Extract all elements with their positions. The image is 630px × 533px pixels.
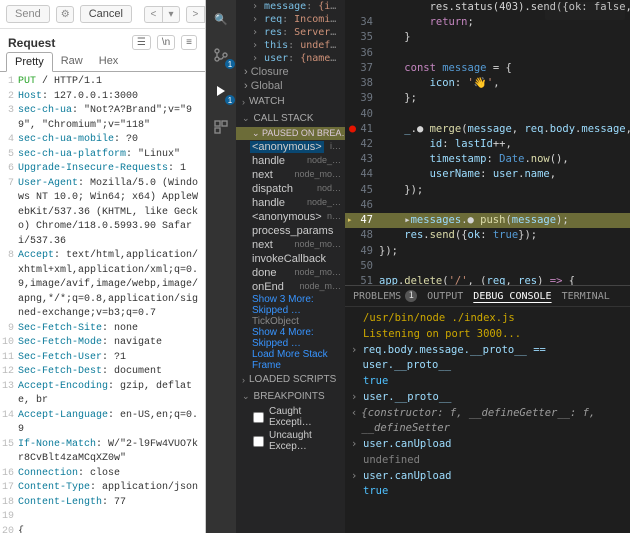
- console-line: ›user.canUpload: [351, 469, 624, 485]
- console-line: ‹{constructor: f, __defineGetter__: f, _…: [351, 406, 624, 438]
- variable-item[interactable]: › this: undefined: [236, 39, 345, 52]
- console-line: ›user.canUpload: [351, 437, 624, 453]
- console-line: undefined: [351, 453, 624, 469]
- request-tabs: Pretty Raw Hex: [0, 52, 205, 72]
- activity-bar: 🔍 1 1: [206, 0, 236, 533]
- console-line: Listening on port 3000...: [351, 327, 624, 343]
- debug-badge: 1: [225, 95, 235, 105]
- load-more-frames[interactable]: Load More Stack Frame: [236, 349, 345, 371]
- tab-hex[interactable]: Hex: [91, 52, 127, 71]
- variable-item[interactable]: › res: ServerRespo…: [236, 26, 345, 39]
- callstack-list: <anonymous>i…handlenode_…nextnode_mo…dis…: [236, 140, 345, 294]
- watch-section[interactable]: ›WATCH: [236, 93, 345, 110]
- newline-toggle-icon[interactable]: \n: [157, 35, 175, 50]
- request-toolbar: Send ⚙ Cancel < ▾ > ▾: [0, 0, 205, 29]
- stack-frame[interactable]: process_params: [236, 224, 345, 238]
- stack-frame[interactable]: <anonymous>i…: [236, 140, 345, 154]
- show-more-skipped-1[interactable]: Show 3 More: Skipped …: [236, 294, 345, 316]
- doc-mode-icon[interactable]: ≡: [181, 35, 197, 50]
- prev-dropdown-icon[interactable]: ▾: [162, 6, 180, 23]
- cancel-button[interactable]: Cancel: [80, 5, 132, 23]
- search-icon[interactable]: 🔍: [210, 8, 232, 30]
- closure-scope[interactable]: › Closure: [236, 65, 345, 79]
- bottom-tabs: PROBLEMS1 OUTPUT DEBUG CONSOLE TERMINAL: [345, 286, 630, 307]
- stack-frame[interactable]: invokeCallback: [236, 252, 345, 266]
- tick-object[interactable]: TickObject: [236, 316, 345, 327]
- run-debug-icon[interactable]: 1: [210, 80, 232, 102]
- stack-frame[interactable]: donenode_mo…: [236, 266, 345, 280]
- stack-frame[interactable]: <anonymous>n…: [236, 210, 345, 224]
- http-debugger-panel: Send ⚙ Cancel < ▾ > ▾ Request ☰ \n ≡ Pre…: [0, 0, 206, 533]
- console-line: ›user.__proto__: [351, 390, 624, 406]
- tab-output[interactable]: OUTPUT: [427, 290, 463, 302]
- callstack-section[interactable]: ⌄CALL STACK: [236, 110, 345, 127]
- variable-item[interactable]: › message: {icon: …: [236, 0, 345, 13]
- console-line: true: [351, 374, 624, 390]
- debug-console[interactable]: /usr/bin/node ./index.js Listening on po…: [345, 307, 630, 533]
- request-header: Request ☰ \n ≡: [0, 29, 205, 52]
- stack-frame[interactable]: handlenode_…: [236, 196, 345, 210]
- tab-raw[interactable]: Raw: [53, 52, 91, 71]
- next-icon[interactable]: >: [186, 6, 204, 23]
- editor-panel: res.status(403).send({ok: false, error: …: [345, 0, 630, 533]
- tab-problems[interactable]: PROBLEMS1: [353, 290, 417, 302]
- stack-frame[interactable]: nextnode_mo…: [236, 238, 345, 252]
- bottom-panel: PROBLEMS1 OUTPUT DEBUG CONSOLE TERMINAL …: [345, 285, 630, 533]
- gear-icon[interactable]: ⚙: [56, 6, 74, 23]
- stack-frame[interactable]: nextnode_mo…: [236, 168, 345, 182]
- console-line: /usr/bin/node ./index.js: [351, 311, 624, 327]
- stack-frame[interactable]: handlenode_…: [236, 154, 345, 168]
- breakpoints-section[interactable]: ⌄BREAKPOINTS: [236, 388, 345, 405]
- tab-pretty[interactable]: Pretty: [6, 52, 53, 72]
- request-title: Request: [8, 36, 55, 50]
- console-line: true: [351, 484, 624, 500]
- loaded-scripts-section[interactable]: ›LOADED SCRIPTS: [236, 371, 345, 388]
- scm-badge: 1: [225, 59, 235, 69]
- send-button[interactable]: Send: [6, 5, 50, 23]
- stack-frame[interactable]: dispatchnod…: [236, 182, 345, 196]
- code-editor[interactable]: res.status(403).send({ok: false, error: …: [345, 0, 630, 285]
- variables-list: › message: {icon: …› req: IncomingMes…› …: [236, 0, 345, 65]
- caught-exceptions-checkbox[interactable]: Caught Excepti…: [252, 405, 345, 429]
- variable-item[interactable]: › user: {name: 'fe…: [236, 52, 345, 65]
- stack-frame[interactable]: onEndnode_m…: [236, 280, 345, 294]
- vscode-debug-sidebar: 🔍 1 1 › message: {icon: …› req: Incoming…: [206, 0, 345, 533]
- show-more-skipped-2[interactable]: Show 4 More: Skipped …: [236, 327, 345, 349]
- extensions-icon[interactable]: [210, 116, 232, 138]
- uncaught-exceptions-checkbox[interactable]: Uncaught Excep…: [252, 429, 345, 453]
- tab-terminal[interactable]: TERMINAL: [562, 290, 610, 302]
- view-toggle-icon[interactable]: ☰: [132, 35, 151, 50]
- paused-status: ⌄ PAUSED ON BREA…: [236, 127, 345, 140]
- scm-icon[interactable]: 1: [210, 44, 232, 66]
- console-line: ›req.body.message.__proto__ == user.__pr…: [351, 343, 624, 375]
- variable-item[interactable]: › req: IncomingMes…: [236, 13, 345, 26]
- request-body-view[interactable]: 1PUT / HTTP/1.12Host: 127.0.0.1:30003sec…: [0, 72, 205, 533]
- prev-icon[interactable]: <: [144, 6, 162, 23]
- global-scope[interactable]: › Global: [236, 79, 345, 93]
- debug-panes: › message: {icon: …› req: IncomingMes…› …: [236, 0, 345, 533]
- tab-debug-console[interactable]: DEBUG CONSOLE: [473, 290, 551, 302]
